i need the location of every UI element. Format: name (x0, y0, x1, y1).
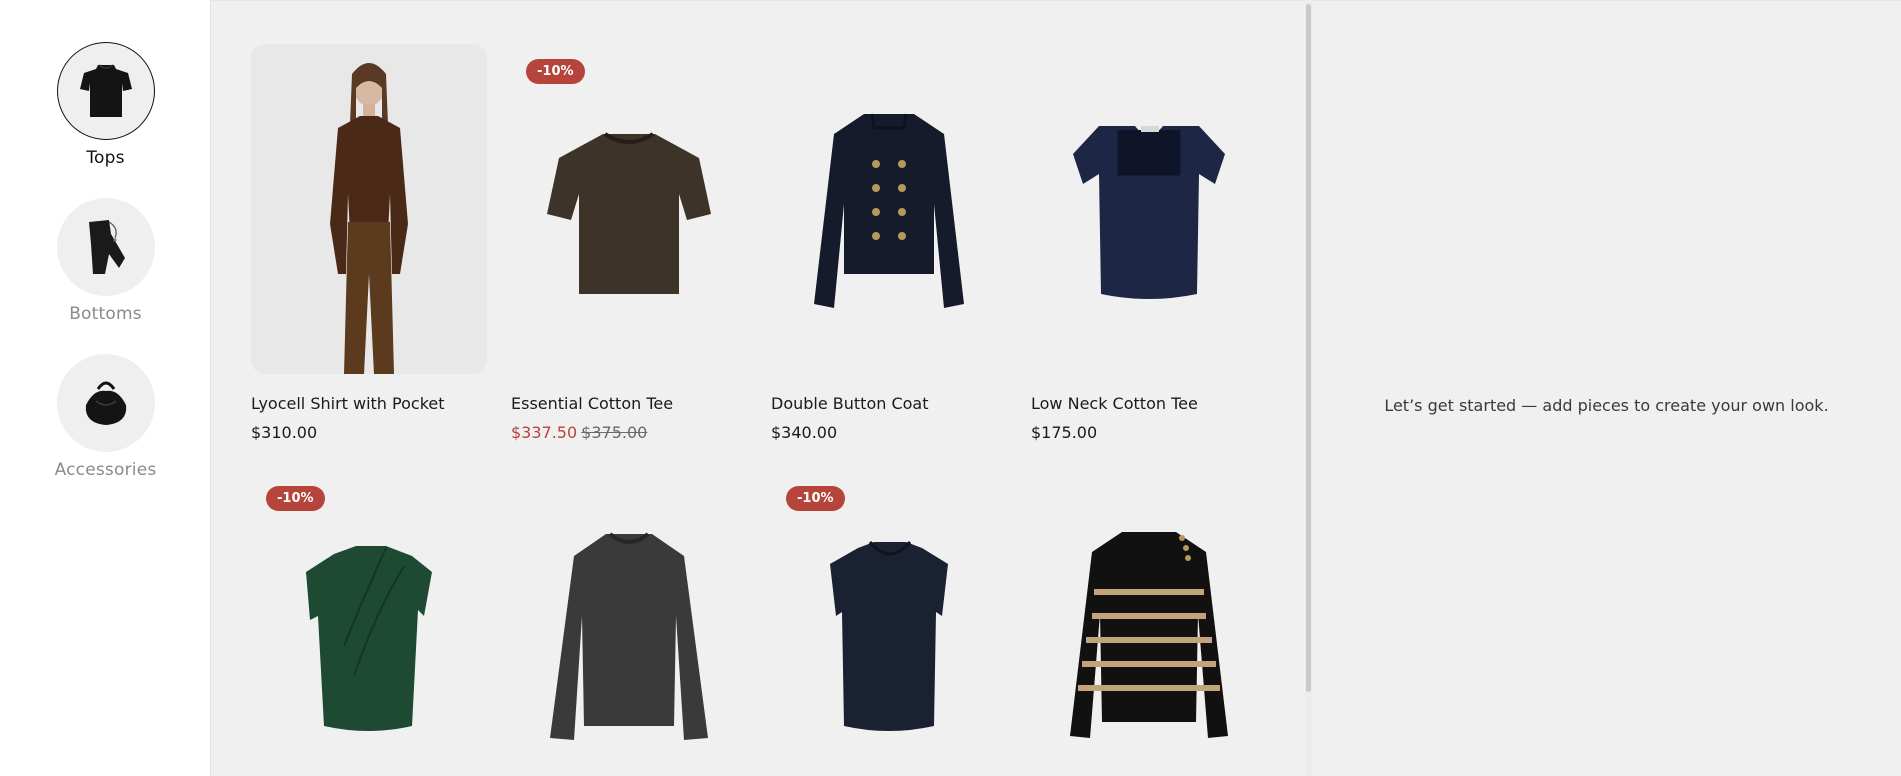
product-image (1031, 44, 1267, 374)
category-accessories-label: Accessories (54, 460, 157, 480)
brown-tshirt-icon (547, 132, 711, 294)
navy-low-neck-tee-icon (1073, 126, 1225, 299)
category-tops[interactable]: Tops (0, 42, 211, 168)
navy-double-button-coat-icon (814, 113, 964, 308)
product-name: Low Neck Cotton Tee (1031, 394, 1198, 413)
handbag-icon (85, 381, 126, 425)
product-image: -10% (251, 471, 487, 776)
trousers-icon (88, 220, 125, 274)
look-builder-panel: Let’s get started — add pieces to create… (1312, 0, 1901, 776)
product-price: $337.50 $375.00 (511, 423, 747, 442)
striped-sweater-icon (1070, 532, 1228, 738)
product-grid: Lyocell Shirt with Pocket $310.00 -10% E… (211, 0, 1305, 776)
product-name: Double Button Coat (771, 394, 929, 413)
brown-shirt-outfit-icon (330, 63, 408, 374)
product-name: Essential Cotton Tee (511, 394, 674, 413)
green-draped-top-icon (306, 546, 432, 731)
product-card[interactable]: Low Neck Cotton Tee $175.00 (1031, 44, 1267, 442)
product-card[interactable]: -10% (771, 471, 1007, 776)
product-price: $175.00 (1031, 423, 1098, 442)
product-card[interactable] (511, 471, 747, 776)
product-price: $340.00 (771, 423, 838, 442)
original-price: $375.00 (581, 423, 648, 442)
top-icon (79, 64, 132, 117)
category-tops-label: Tops (86, 148, 125, 168)
product-card[interactable]: -10% Essential Cotton Tee $337.50 $375.00 (511, 44, 747, 442)
charcoal-knit-sweater-icon (550, 532, 708, 740)
product-image (1031, 471, 1267, 776)
product-image: -10% (511, 44, 747, 374)
category-bottoms-thumbnail (56, 198, 155, 296)
category-bottoms-label: Bottoms (69, 304, 142, 324)
product-card[interactable]: Lyocell Shirt with Pocket $310.00 (251, 44, 487, 442)
product-name: Lyocell Shirt with Pocket (251, 394, 445, 413)
category-sidebar: Tops Bottoms Accessories (0, 0, 211, 776)
discount-badge: -10% (266, 486, 325, 511)
category-accessories-thumbnail (56, 354, 155, 452)
category-tops-thumbnail (56, 42, 155, 140)
discount-badge: -10% (786, 486, 845, 511)
sale-price: $337.50 (511, 423, 578, 442)
category-accessories[interactable]: Accessories (0, 354, 211, 480)
product-price: $310.00 (251, 423, 318, 442)
empty-look-message: Let’s get started — add pieces to create… (1384, 396, 1829, 415)
product-image (251, 44, 487, 374)
product-image: -10% (771, 471, 1007, 776)
grid-scrollbar-thumb[interactable] (1306, 4, 1311, 692)
category-bottoms[interactable]: Bottoms (0, 198, 211, 324)
navy-sleeveless-top-icon (830, 541, 948, 731)
product-image (771, 44, 1007, 374)
product-card[interactable] (1031, 471, 1267, 776)
product-image (511, 471, 747, 776)
discount-badge: -10% (526, 59, 585, 84)
product-card[interactable]: Double Button Coat $340.00 (771, 44, 1007, 442)
product-card[interactable]: -10% (251, 471, 487, 776)
